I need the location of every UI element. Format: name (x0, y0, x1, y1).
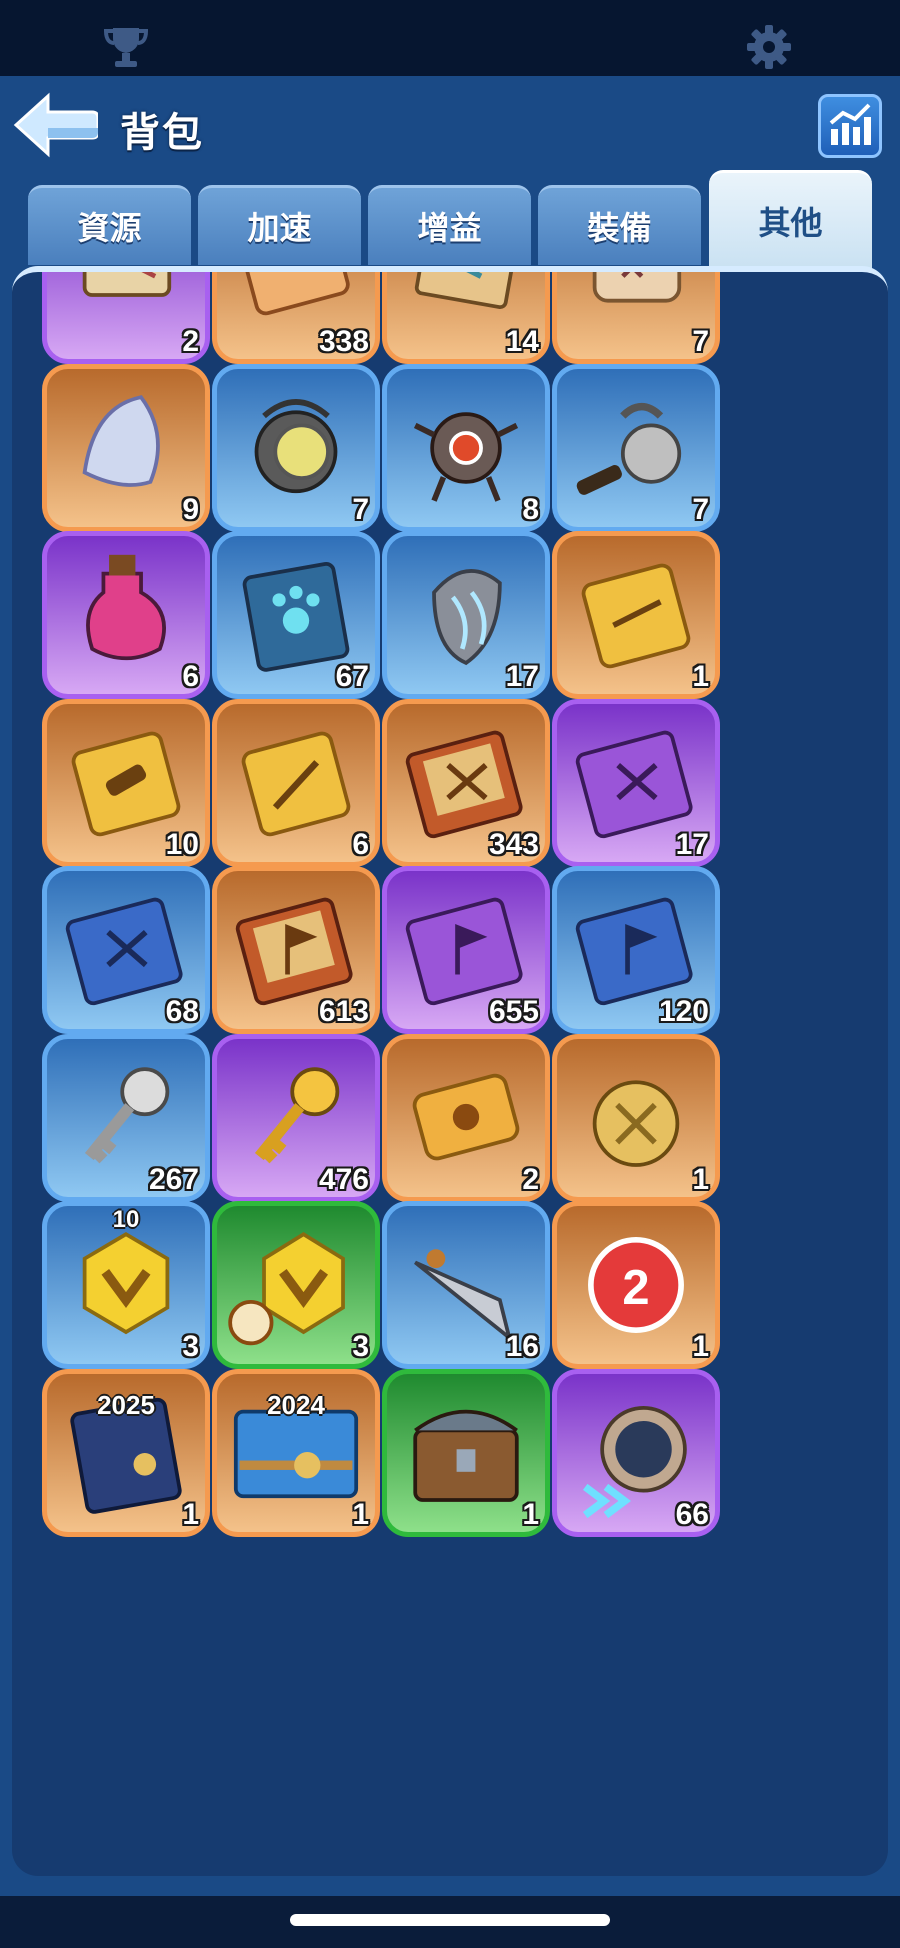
inventory-item[interactable]: 7 (552, 363, 720, 532)
stats-button[interactable] (818, 94, 882, 158)
tab-boosts[interactable]: 增益 (368, 185, 531, 265)
item-count: 3 (352, 1330, 369, 1363)
inventory-item[interactable]: 613 (212, 866, 380, 1034)
inventory-item[interactable]: 655 (382, 866, 550, 1034)
tab-equipment[interactable]: 裝備 (538, 185, 701, 265)
status-topbar (0, 0, 900, 76)
item-count: 1 (182, 1497, 199, 1531)
item-count: 6 (352, 827, 369, 861)
inventory-item[interactable]: 17 (552, 698, 720, 867)
item-year-label: 2024 (267, 1389, 325, 1420)
item-count: 1 (692, 1162, 709, 1196)
item-count: 17 (505, 660, 539, 693)
back-arrow-icon[interactable] (12, 92, 98, 158)
gear-icon[interactable] (744, 22, 794, 72)
item-count: 14 (505, 325, 539, 358)
inventory-panel[interactable]: 2 338 14 7 9 7 8 7 6 67 17 1 10 6 343 17 68 613 655 120 267 4… (12, 266, 888, 1876)
inventory-item[interactable]: 1 (552, 1033, 720, 1202)
inventory-item[interactable]: 2024 1 (212, 1368, 380, 1537)
trophy-icon[interactable] (101, 22, 151, 72)
inventory-item[interactable]: 476 (212, 1033, 380, 1202)
inventory-item[interactable]: 10 3 (42, 1201, 210, 1369)
inventory-item[interactable]: 66 (552, 1368, 720, 1537)
inventory-item[interactable]: 2 (42, 272, 210, 364)
item-count: 8 (522, 492, 539, 526)
item-count: 343 (488, 827, 539, 861)
item-count: 476 (318, 1162, 369, 1196)
item-year-label: 2025 (97, 1389, 155, 1420)
home-indicator[interactable] (290, 1914, 610, 1926)
item-grid: 2 338 14 7 9 7 8 7 6 67 17 1 10 6 343 17 68 613 655 120 267 4… (12, 272, 888, 1876)
inventory-item[interactable]: 2 (382, 1033, 550, 1202)
item-count: 1 (352, 1497, 369, 1531)
item-count: 7 (692, 492, 709, 526)
item-count: 1 (692, 660, 709, 693)
item-count: 17 (675, 827, 709, 861)
inventory-item[interactable]: 68 (42, 866, 210, 1034)
inventory-item[interactable]: 10 (42, 698, 210, 867)
bar-chart-icon (829, 103, 871, 145)
inventory-item[interactable]: 9 (42, 363, 210, 532)
svg-text:2: 2 (622, 1261, 649, 1315)
item-count: 7 (692, 325, 709, 358)
inventory-item[interactable]: 17 (382, 531, 550, 699)
tab-speedups[interactable]: 加速 (198, 185, 361, 265)
item-count: 120 (658, 995, 709, 1028)
item-count: 1 (522, 1497, 539, 1531)
item-count: 9 (182, 492, 199, 526)
inventory-item[interactable]: 7 (212, 363, 380, 532)
tab-resources[interactable]: 資源 (28, 185, 191, 265)
inventory-item[interactable]: 8 (382, 363, 550, 532)
item-count: 66 (675, 1497, 709, 1531)
inventory-item[interactable]: 338 (212, 272, 380, 364)
inventory-item[interactable]: 16 (382, 1201, 550, 1369)
inventory-item[interactable]: 7 (552, 272, 720, 364)
inventory-item[interactable]: 1 (382, 1368, 550, 1537)
item-count: 338 (318, 325, 369, 358)
inventory-item[interactable]: 120 (552, 866, 720, 1034)
item-count: 613 (318, 995, 369, 1028)
inventory-item[interactable]: 2025 1 (42, 1368, 210, 1537)
inventory-item[interactable]: 3 (212, 1201, 380, 1369)
item-tier-label: 10 (112, 1206, 140, 1233)
item-count: 655 (488, 995, 539, 1028)
tab-other[interactable]: 其他 (709, 170, 872, 270)
inventory-item[interactable]: 21 (552, 1201, 720, 1369)
item-count: 16 (505, 1330, 539, 1363)
inventory-item[interactable]: 1 (552, 531, 720, 699)
inventory-item[interactable]: 14 (382, 272, 550, 364)
inventory-item[interactable]: 6 (42, 531, 210, 699)
item-count: 10 (165, 827, 199, 861)
item-count: 2 (182, 325, 199, 358)
item-count: 68 (165, 995, 199, 1028)
item-count: 67 (335, 660, 369, 693)
inventory-item[interactable]: 6 (212, 698, 380, 867)
item-count: 6 (182, 660, 199, 693)
inventory-item[interactable]: 67 (212, 531, 380, 699)
page-title: 背包 (120, 111, 204, 155)
item-count: 3 (182, 1330, 199, 1363)
item-count: 2 (522, 1162, 539, 1196)
item-count: 267 (148, 1162, 199, 1196)
inventory-item[interactable]: 267 (42, 1033, 210, 1202)
item-count: 1 (692, 1330, 709, 1363)
item-count: 7 (352, 492, 369, 526)
inventory-item[interactable]: 343 (382, 698, 550, 867)
